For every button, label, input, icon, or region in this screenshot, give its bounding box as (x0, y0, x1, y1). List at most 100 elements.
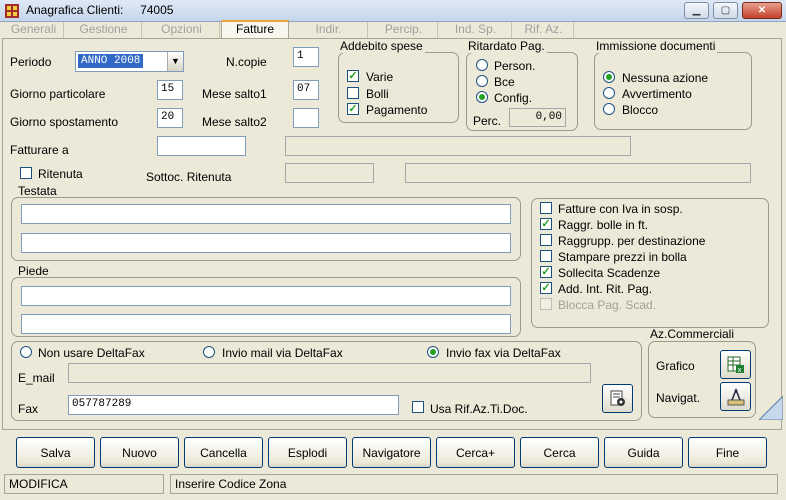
nuovo-button[interactable]: Nuovo (100, 437, 179, 468)
tab-indir[interactable]: Indir. (290, 22, 368, 38)
bce-label: Bce (494, 75, 515, 89)
blocco-label: Blocco (622, 103, 659, 117)
periodo-select[interactable]: ANNO 2008 ▼ (75, 51, 184, 72)
navigat-button[interactable] (720, 382, 751, 411)
maximize-button[interactable]: ▢ (713, 2, 738, 19)
bolli-checkbox[interactable] (347, 87, 359, 99)
invio-fax-label: Invio fax via DeltaFax (446, 346, 561, 360)
fatturare-input[interactable] (157, 136, 246, 156)
radio-invio-mail[interactable] (203, 346, 215, 358)
add-int-rit-pag-label: Add. Int. Rit. Pag. (558, 282, 653, 296)
ritenuta-label: Ritenuta (38, 167, 83, 181)
navigatore-button[interactable]: Navigatore (352, 437, 431, 468)
fatture-iva-sosp-label: Fatture con Iva in sosp. (558, 202, 683, 216)
spreadsheet-chart-icon: x (727, 356, 744, 374)
window-title: Anagrafica Clienti: 74005 (26, 3, 174, 17)
navigator-icon (727, 388, 745, 406)
title-bar: Anagrafica Clienti: 74005 ▁ ▢ ✕ (0, 0, 786, 22)
ritenuta-checkbox[interactable] (20, 167, 32, 179)
add-int-rit-pag-checkbox[interactable]: ✓ (540, 282, 552, 294)
bolli-label: Bolli (366, 87, 389, 101)
ritardato-pag-title: Ritardato Pag. (466, 39, 547, 53)
tab-strip: Generali Gestione Opzioni Fatture Indir.… (0, 20, 786, 38)
close-icon: ✕ (757, 5, 767, 16)
radio-avvertimento[interactable] (603, 87, 615, 99)
radio-config[interactable] (476, 91, 488, 103)
testata-line2-input[interactable] (21, 233, 511, 253)
svg-text:x: x (738, 366, 742, 374)
varie-checkbox[interactable]: ✓ (347, 70, 359, 82)
pagamento-checkbox[interactable]: ✓ (347, 103, 359, 115)
ncopie-label: N.copie (226, 55, 267, 69)
app-icon (5, 4, 19, 18)
esplodi-button[interactable]: Esplodi (268, 437, 347, 468)
tab-fatture[interactable]: Fatture (221, 20, 289, 38)
pagamento-label: Pagamento (366, 103, 428, 117)
person-label: Person. (494, 59, 536, 73)
raggr-bolle-label: Raggr. bolle in ft. (558, 218, 649, 232)
radio-nessuna-azione[interactable] (603, 71, 615, 83)
perc-label: Perc. (473, 114, 502, 128)
tab-generali[interactable]: Generali (4, 22, 64, 38)
ncopie-input[interactable]: 1 (293, 47, 319, 67)
tab-ind-sp[interactable]: Ind. Sp. (440, 22, 512, 38)
sottoc-ritenuta-input (285, 163, 374, 183)
usa-rif-label: Usa Rif.Az.Ti.Doc. (430, 402, 528, 416)
chevron-down-icon[interactable]: ▼ (167, 52, 183, 71)
raggr-bolle-checkbox[interactable]: ✓ (540, 218, 552, 230)
cerca-plus-button[interactable]: Cerca+ (436, 437, 515, 468)
guida-button[interactable]: Guida (604, 437, 683, 468)
fax-label: Fax (18, 402, 39, 416)
deltafax-settings-button[interactable] (602, 384, 633, 413)
fine-button[interactable]: Fine (688, 437, 767, 468)
tab-gestione[interactable]: Gestione (66, 22, 142, 38)
immissione-title: Immissione documenti (594, 39, 718, 53)
sottoc-ritenuta-description (405, 163, 751, 183)
cancella-button[interactable]: Cancella (184, 437, 263, 468)
raggrupp-destinazione-checkbox[interactable] (540, 234, 552, 246)
usa-rif-checkbox[interactable] (412, 401, 424, 413)
minimize-icon: ▁ (692, 5, 701, 16)
tab-opzioni[interactable]: Opzioni (144, 22, 220, 38)
testata-line1-input[interactable] (21, 204, 511, 224)
status-message: Inserire Codice Zona (170, 474, 778, 494)
email-input (68, 363, 591, 383)
periodo-value: ANNO 2008 (78, 54, 144, 68)
blocca-pag-scad-label: Blocca Pag. Scad. (558, 298, 657, 312)
avvertimento-label: Avvertimento (622, 87, 692, 101)
cerca-button[interactable]: Cerca (520, 437, 599, 468)
tab-rif-az[interactable]: Rif. Az. (514, 22, 574, 38)
radio-non-usare-deltafax[interactable] (20, 346, 32, 358)
fatture-iva-sosp-checkbox[interactable] (540, 202, 552, 214)
nessuna-azione-label: Nessuna azione (622, 71, 709, 85)
tab-percip[interactable]: Percip. (370, 22, 438, 38)
radio-bce[interactable] (476, 75, 488, 87)
radio-person[interactable] (476, 59, 488, 71)
config-label: Config. (494, 91, 533, 105)
mese-salto1-label: Mese salto1 (202, 87, 267, 101)
maximize-icon: ▢ (720, 5, 731, 16)
grafico-button[interactable]: x (720, 350, 751, 379)
radio-blocco[interactable] (603, 103, 615, 115)
corner-fold-icon (759, 396, 783, 420)
piede-line1-input[interactable] (21, 286, 511, 306)
sollecita-scadenze-label: Sollecita Scadenze (558, 266, 661, 280)
piede-line2-input[interactable] (21, 314, 511, 334)
sottoc-ritenuta-label: Sottoc. Ritenuta (146, 170, 232, 184)
giorno-spostamento-label: Giorno spostamento (10, 115, 119, 129)
radio-invio-fax[interactable] (427, 346, 439, 358)
invio-mail-label: Invio mail via DeltaFax (222, 346, 343, 360)
salva-button[interactable]: Salva (16, 437, 95, 468)
stampare-prezzi-checkbox[interactable] (540, 250, 552, 262)
document-settings-icon (610, 390, 625, 406)
minimize-button[interactable]: ▁ (684, 2, 709, 19)
fax-input[interactable]: 057787289 (68, 395, 399, 415)
raggrupp-destinazione-label: Raggrupp. per destinazione (558, 234, 706, 248)
close-button[interactable]: ✕ (742, 2, 782, 19)
giorno-spostamento-input[interactable]: 20 (157, 108, 183, 128)
mese-salto2-input[interactable] (293, 108, 319, 128)
sollecita-scadenze-checkbox[interactable]: ✓ (540, 266, 552, 278)
stampare-prezzi-label: Stampare prezzi in bolla (558, 250, 687, 264)
giorno-particolare-input[interactable]: 15 (157, 80, 183, 100)
mese-salto1-input[interactable]: 07 (293, 80, 319, 100)
